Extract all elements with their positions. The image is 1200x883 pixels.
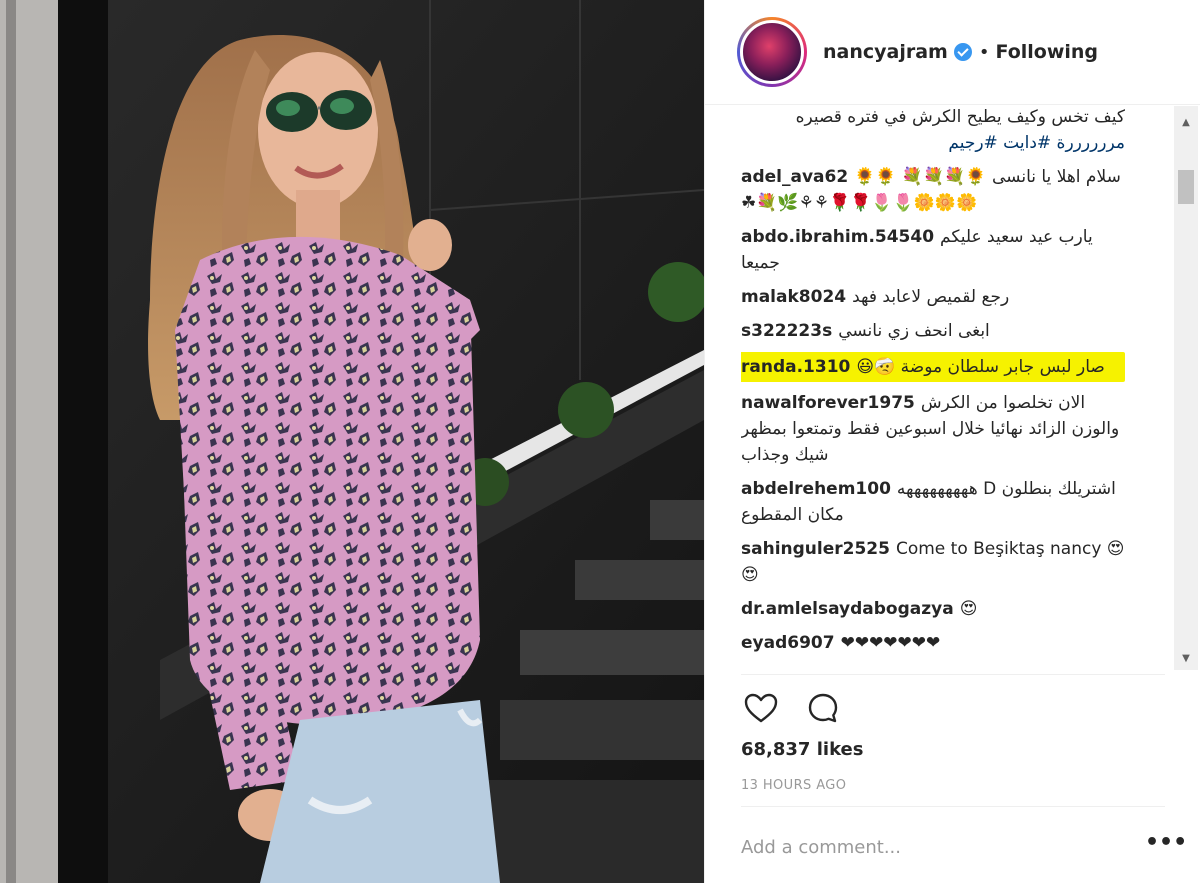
likes-count[interactable]: 68,837 likes [741, 739, 863, 760]
comment-text: صار لبس جابر سلطان موضة 🤕😃 [856, 357, 1105, 377]
comment-text: ❤❤❤❤❤❤❤ [840, 633, 941, 653]
comment-item: sahinguler2525 Come to Beşiktaş nancy 😍😍 [741, 536, 1125, 588]
comment-text: 😍 [959, 599, 978, 619]
comment-username[interactable]: malak8024 [741, 287, 846, 307]
following-button[interactable]: Following [995, 41, 1098, 63]
comment-username[interactable]: sahinguler2525 [741, 539, 890, 559]
actions-divider [741, 674, 1165, 675]
comment-username[interactable]: eyad6907 [741, 633, 835, 653]
verified-badge-icon [953, 43, 972, 61]
post-photo-image [0, 0, 704, 883]
caption: كيف تخس وكيف يطيح الكرش في فتره قصيره مر… [741, 104, 1125, 156]
post-actions [741, 688, 843, 728]
comment-item: eyad6907 ❤❤❤❤❤❤❤ [741, 630, 1125, 656]
comment-bubble-icon [808, 693, 838, 723]
scroll-down-arrow-icon[interactable]: ▼ [1174, 648, 1198, 668]
comment-item: nawalforever1975 الان تخلصوا من الكرش وال… [741, 390, 1125, 468]
comment-item: malak8024 رجع لقميص لاعابد فهد [741, 284, 1125, 310]
like-button[interactable] [741, 688, 781, 728]
post-header: nancyajram • Following [705, 0, 1200, 104]
comment-username[interactable]: nawalforever1975 [741, 393, 915, 413]
comment-button[interactable] [803, 688, 843, 728]
comment-username[interactable]: s322223s [741, 321, 832, 341]
comment-username[interactable]: abdo.ibrahim.54540 [741, 227, 934, 247]
heart-icon [744, 693, 778, 723]
scroll-thumb[interactable] [1178, 170, 1194, 204]
profile-username[interactable]: nancyajram [823, 41, 948, 63]
avatar-image [740, 20, 804, 84]
scroll-up-arrow-icon[interactable]: ▲ [1174, 112, 1198, 132]
comment-item: dr.amlelsaydabogazya 😍 [741, 596, 1125, 622]
comments-list: كيف تخس وكيف يطيح الكرش في فتره قصيره مر… [741, 104, 1125, 670]
profile-avatar[interactable] [737, 17, 807, 87]
comment-item: s322223s ابغى انحف زي نانسي [741, 318, 1125, 344]
post-timestamp[interactable]: 13 HOURS AGO [741, 778, 846, 793]
add-comment-input[interactable] [741, 832, 1081, 862]
more-options-icon[interactable]: ••• [1145, 832, 1187, 862]
comments-scrollbar[interactable]: ▲ ▼ [1174, 106, 1198, 670]
comment-username[interactable]: abdelrehem100 [741, 479, 891, 499]
highlighted-comment: randa.1310 صار لبس جابر سلطان موضة 🤕😃 [741, 352, 1125, 382]
caption-line-1: كيف تخس وكيف يطيح الكرش في فتره قصيره [795, 107, 1125, 127]
post-photo[interactable] [0, 0, 704, 883]
comment-item: adel_ava62 سلام اهلا يا نانسى 🌻💐💐💐 🌻🌻🌼🌼🌼🌷… [741, 164, 1125, 216]
post-side-panel: nancyajram • Following كيف تخس وكيف يطيح… [704, 0, 1200, 883]
comment-item: abdelrehem100 اشتريلك بنطلون D هههههههههه… [741, 476, 1125, 528]
separator-dot: • [978, 41, 990, 63]
comment-text: رجع لقميص لاعابد فهد [852, 287, 1010, 307]
comment-item: abdo.ibrahim.54540 يارب عيد سعيد عليكم جم… [741, 224, 1125, 276]
comment-username[interactable]: randa.1310 [741, 357, 850, 377]
caption-line-2: مررررررة #دايت #رجيم [948, 133, 1125, 153]
comment-divider [741, 806, 1165, 807]
comment-username[interactable]: dr.amlelsaydabogazya [741, 599, 954, 619]
comment-username[interactable]: adel_ava62 [741, 167, 848, 187]
comment-text: ابغى انحف زي نانسي [838, 321, 990, 341]
